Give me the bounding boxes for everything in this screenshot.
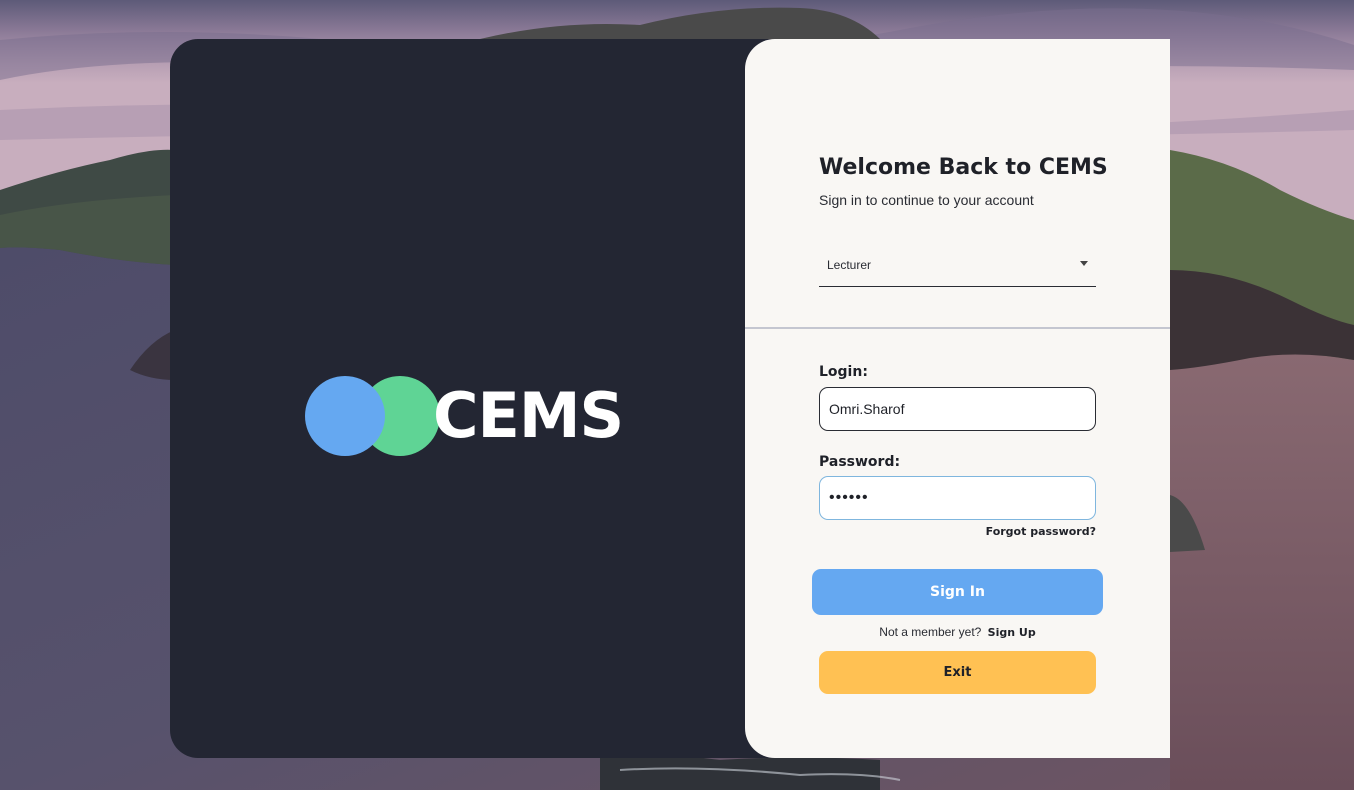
login-card: CEMS Welcome Back to CEMS Sign in to con… xyxy=(170,39,1170,758)
forgot-password-link[interactable]: Forgot password? xyxy=(986,525,1096,538)
logo-text: CEMS xyxy=(433,379,624,452)
password-label: Password: xyxy=(819,454,901,470)
member-prompt-text: Not a member yet? xyxy=(879,625,982,639)
signup-prompt: Not a member yet? Sign Up xyxy=(745,625,1170,639)
section-divider xyxy=(745,327,1170,329)
dropdown-arrow-icon xyxy=(1080,261,1088,266)
page-subtitle: Sign in to continue to your account xyxy=(819,192,1034,208)
brand-panel: CEMS xyxy=(170,39,790,758)
sign-in-button[interactable]: Sign In xyxy=(812,569,1103,615)
desktop: CEMS Welcome Back to CEMS Sign in to con… xyxy=(0,0,1354,790)
password-input[interactable] xyxy=(819,476,1096,520)
login-label: Login: xyxy=(819,364,868,380)
sign-up-link[interactable]: Sign Up xyxy=(988,626,1036,639)
role-select-value: Lecturer xyxy=(827,258,872,272)
sign-in-panel: Welcome Back to CEMS Sign in to continue… xyxy=(745,39,1170,758)
login-input[interactable] xyxy=(819,387,1096,431)
exit-button[interactable]: Exit xyxy=(819,651,1096,694)
cems-logo: CEMS xyxy=(305,376,624,456)
logo-blue-circle xyxy=(305,376,385,456)
page-title: Welcome Back to CEMS xyxy=(819,155,1108,180)
role-select[interactable]: Lecturer xyxy=(819,249,1096,287)
